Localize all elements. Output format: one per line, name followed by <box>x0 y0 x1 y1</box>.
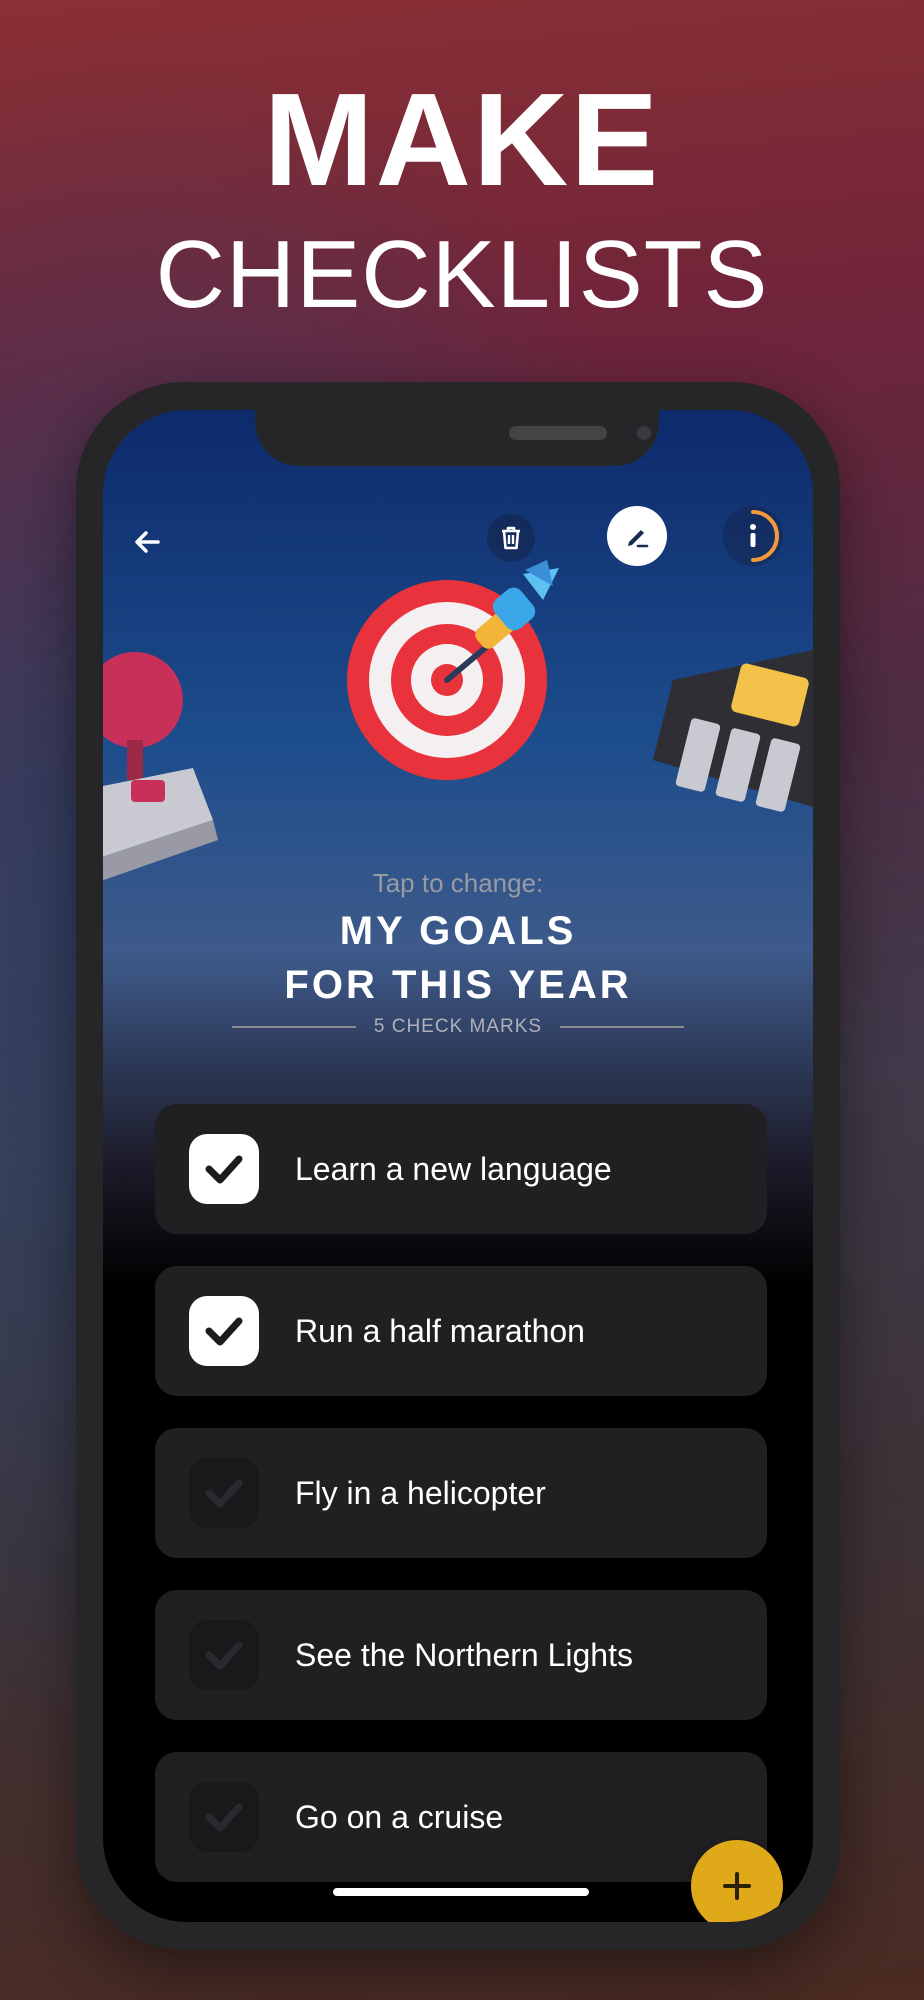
trash-icon <box>502 526 520 550</box>
list-item-label: Fly in a helicopter <box>295 1474 546 1511</box>
delete-button[interactable] <box>487 514 535 562</box>
headline-line2: CHECKLISTS <box>155 221 769 328</box>
checkbox-checked[interactable] <box>189 1296 259 1366</box>
checkbox-unchecked[interactable] <box>189 1782 259 1852</box>
dart-target-icon[interactable] <box>347 560 607 780</box>
divider-left <box>231 1026 356 1028</box>
check-count: 5 CHECK MARKS <box>373 1016 543 1037</box>
rename-hint[interactable]: Tap to change: <box>103 868 813 899</box>
divider-right <box>560 1026 685 1028</box>
info-icon <box>750 510 779 562</box>
info-button[interactable] <box>723 506 783 566</box>
plus-icon <box>723 1872 751 1900</box>
back-button[interactable] <box>123 518 171 566</box>
list-title[interactable]: MY GOALS FOR THIS YEAR <box>103 904 813 1012</box>
list-item[interactable]: Run a half marathon <box>155 1266 767 1396</box>
edit-button[interactable] <box>607 506 667 566</box>
keyboard-illustration <box>653 650 813 812</box>
list-item[interactable]: Go on a cruise <box>155 1752 767 1882</box>
checkbox-unchecked[interactable] <box>189 1458 259 1528</box>
list-item-label: Go on a cruise <box>295 1798 504 1835</box>
front-camera <box>637 426 651 440</box>
headline-line1: MAKE <box>263 66 661 213</box>
checkbox-checked[interactable] <box>189 1134 259 1204</box>
list-item-label: Learn a new language <box>295 1150 612 1187</box>
arrow-left-icon <box>135 531 160 553</box>
add-item-button[interactable] <box>691 1840 783 1922</box>
pencil-icon <box>628 530 649 548</box>
checkbox-unchecked[interactable] <box>189 1620 259 1690</box>
speaker <box>509 426 607 440</box>
list-item[interactable]: See the Northern Lights <box>155 1590 767 1720</box>
headline: MAKE CHECKLISTS <box>0 60 924 330</box>
app-screen: Tap to change: MY GOALS FOR THIS YEAR 5 … <box>103 410 813 1922</box>
checkmark-icon <box>205 1803 243 1832</box>
home-indicator[interactable] <box>333 1888 589 1896</box>
list-item-label: See the Northern Lights <box>295 1636 633 1673</box>
check-count-row: 5 CHECK MARKS <box>103 1012 813 1042</box>
list-item[interactable]: Learn a new language <box>155 1104 767 1234</box>
list-title-line2: FOR THIS YEAR <box>284 963 632 1007</box>
phone-frame: Tap to change: MY GOALS FOR THIS YEAR 5 … <box>76 382 840 1950</box>
list-title-line1: MY GOALS <box>339 909 577 953</box>
list-item-label: Run a half marathon <box>295 1312 585 1349</box>
list-item[interactable]: Fly in a helicopter <box>155 1428 767 1558</box>
checkmark-icon <box>205 1641 243 1670</box>
checkmark-icon <box>205 1479 243 1508</box>
checkmark-icon <box>205 1317 243 1346</box>
notch <box>255 410 659 466</box>
checkmark-icon <box>205 1155 243 1184</box>
